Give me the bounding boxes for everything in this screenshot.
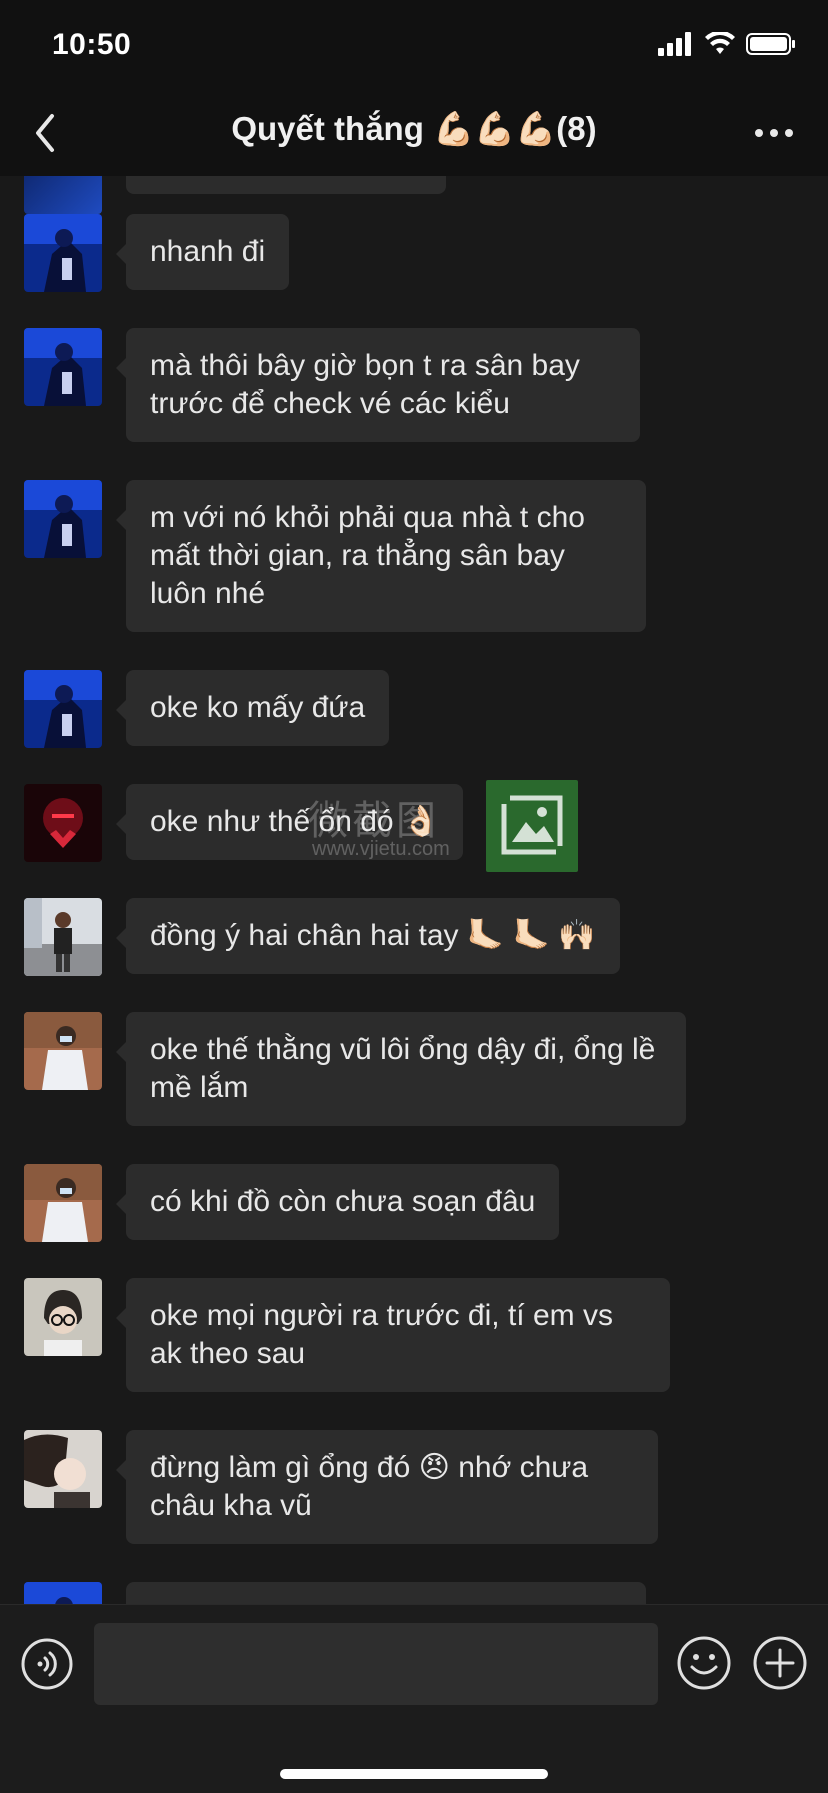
avatar[interactable] (24, 214, 102, 292)
more-options-icon[interactable] (754, 126, 794, 140)
avatar-image (24, 1430, 102, 1508)
chat-header: Quyết thắng 💪🏻💪🏻💪🏻(8) (0, 90, 828, 176)
avatar[interactable] (24, 328, 102, 406)
avatar-image (24, 1012, 102, 1090)
cellular-signal-icon (658, 32, 691, 56)
avatar-image (24, 1278, 102, 1356)
avatar-image (24, 670, 102, 748)
avatar[interactable] (24, 784, 102, 862)
message-list[interactable]: nhanh đi mà thôi bây giờ bọn t ra sân ba… (0, 176, 828, 1604)
message-input[interactable] (94, 1623, 658, 1705)
message-bubble[interactable]: oke thế thằng vũ lôi ổng dậy đi, ổng lề … (116, 1012, 686, 1126)
message-bubble[interactable]: mà thôi bây giờ bọn t ra sân bay trước đ… (116, 328, 640, 442)
avatar-image (24, 784, 102, 862)
avatar[interactable] (24, 480, 102, 558)
message-bubble[interactable]: oke như thế ổn đó 👌🏻 (115, 784, 464, 860)
avatar-image (24, 480, 102, 558)
avatar[interactable] (24, 898, 102, 976)
status-time: 10:50 (52, 28, 132, 61)
voice-input-icon[interactable] (20, 1637, 74, 1691)
home-indicator[interactable] (280, 1769, 548, 1779)
message-bubble[interactable]: m với nó khỏi phải qua nhà t cho mất thờ… (116, 480, 646, 632)
avatar-image (24, 1164, 102, 1242)
message-bubble[interactable]: có khi đồ còn chưa soạn đâu (115, 1164, 560, 1240)
avatar[interactable] (24, 1278, 102, 1356)
image-crop-icon (501, 795, 563, 855)
avatar-image (24, 328, 102, 406)
input-bar (0, 1604, 828, 1793)
avatar[interactable] (24, 176, 102, 214)
message-bubble[interactable]: oke mọi người ra trước đi, tí em vs ak t… (116, 1278, 670, 1392)
status-icons (658, 32, 796, 56)
avatar-image (24, 898, 102, 976)
chat-title: Quyết thắng 💪🏻💪🏻💪🏻(8) (231, 110, 597, 147)
avatar[interactable] (24, 670, 102, 748)
message-bubble-partial[interactable] (126, 176, 446, 194)
message-bubble-partial[interactable] (126, 1582, 646, 1604)
message-bubble[interactable]: nhanh đi (115, 214, 290, 290)
status-bar: 10:50 (0, 0, 828, 90)
avatar-image (24, 1582, 102, 1604)
emoji-icon[interactable] (676, 1635, 732, 1691)
avatar[interactable] (24, 1164, 102, 1242)
avatar[interactable] (24, 1430, 102, 1508)
message-bubble[interactable]: oke ko mấy đứa (115, 670, 390, 746)
battery-icon (746, 33, 795, 55)
add-attachment-icon[interactable] (752, 1635, 808, 1691)
avatar[interactable] (24, 1012, 102, 1090)
message-bubble[interactable]: đừng làm gì ổng đó 😠 nhớ chưa châu kha v… (116, 1430, 658, 1544)
wifi-icon (705, 32, 735, 54)
watermark-logo (486, 780, 578, 872)
message-bubble[interactable]: đồng ý hai chân hai tay 🦶🏻 🦶🏻 🙌🏻 (116, 898, 620, 974)
avatar[interactable] (24, 1582, 102, 1604)
avatar-image (24, 214, 102, 292)
